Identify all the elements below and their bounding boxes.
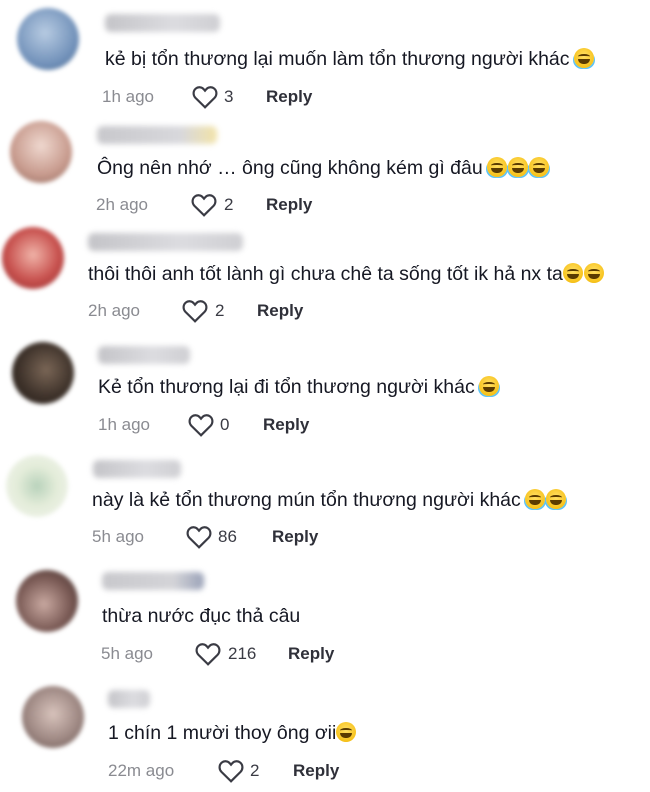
avatar[interactable] xyxy=(12,342,74,404)
comment-time: 2h ago xyxy=(88,301,140,320)
grin-sweat-emoji-icon xyxy=(562,263,583,283)
comment-time: 2h ago xyxy=(96,195,148,214)
grin-sweat-emoji-icon xyxy=(583,263,604,283)
laugh-cry-emoji-icon xyxy=(524,489,545,509)
like-count: 3 xyxy=(224,87,234,106)
comment-text: kẻ bị tổn thương lại muốn làm tổn thương… xyxy=(105,47,595,74)
heart-icon[interactable] xyxy=(182,299,208,323)
comment-time: 1h ago xyxy=(98,415,150,434)
comment-text: này là kẻ tổn thương mún tổn thương ngườ… xyxy=(92,488,567,515)
avatar[interactable] xyxy=(16,570,78,632)
emoji-group xyxy=(478,376,500,402)
laugh-cry-emoji-icon xyxy=(507,157,528,177)
like-count: 2 xyxy=(215,301,225,320)
comment-text: Kẻ tổn thương lại đi tổn thương người kh… xyxy=(98,375,500,402)
heart-icon[interactable] xyxy=(188,413,214,437)
username-blurred[interactable] xyxy=(102,572,204,590)
emoji-group xyxy=(524,489,567,515)
heart-icon[interactable] xyxy=(192,85,218,109)
emoji-group xyxy=(562,263,605,289)
like-count: 2 xyxy=(250,761,260,780)
avatar[interactable] xyxy=(22,686,84,748)
username-blurred[interactable] xyxy=(108,690,150,708)
comment-time: 22m ago xyxy=(108,761,175,780)
heart-icon[interactable] xyxy=(191,193,217,217)
reply-button[interactable]: Reply xyxy=(263,414,309,436)
comment-text: thừa nước đục thả câu xyxy=(102,605,301,627)
laugh-cry-emoji-icon xyxy=(545,489,566,509)
avatar[interactable] xyxy=(6,455,68,517)
comment-text: 1 chín 1 mười thoy ông ơii xyxy=(108,721,357,748)
like-count: 2 xyxy=(224,195,234,214)
username-blurred[interactable] xyxy=(88,233,243,251)
heart-icon[interactable] xyxy=(218,759,244,783)
emoji-group xyxy=(573,48,595,74)
avatar[interactable] xyxy=(17,8,79,70)
reply-button[interactable]: Reply xyxy=(272,526,318,548)
emoji-group xyxy=(486,157,550,183)
emoji-group xyxy=(336,722,357,748)
comment-time: 1h ago xyxy=(102,87,154,106)
like-count: 0 xyxy=(220,415,230,434)
smirk-emoji-icon xyxy=(336,722,357,742)
comment-time: 5h ago xyxy=(92,527,144,546)
reply-button[interactable]: Reply xyxy=(293,760,339,782)
reply-button[interactable]: Reply xyxy=(266,86,312,108)
username-blurred[interactable] xyxy=(98,346,190,364)
comment-time: 5h ago xyxy=(101,644,153,663)
reply-button[interactable]: Reply xyxy=(266,194,312,216)
heart-icon[interactable] xyxy=(186,525,212,549)
avatar[interactable] xyxy=(2,227,64,289)
comment-text: Ông nên nhớ … ông cũng không kém gì đâu xyxy=(97,156,550,183)
username-blurred[interactable] xyxy=(105,14,220,32)
heart-icon[interactable] xyxy=(195,642,221,666)
like-count: 86 xyxy=(218,527,237,546)
laugh-cry-emoji-icon xyxy=(573,48,594,68)
laugh-cry-emoji-icon xyxy=(528,157,549,177)
avatar[interactable] xyxy=(10,121,72,183)
laugh-cry-emoji-icon xyxy=(486,157,507,177)
like-count: 216 xyxy=(228,644,257,663)
comment-text: thôi thôi anh tốt lành gì chưa chê ta số… xyxy=(88,262,605,289)
username-blurred[interactable] xyxy=(97,126,217,144)
reply-button[interactable]: Reply xyxy=(288,643,334,665)
username-blurred[interactable] xyxy=(93,460,181,478)
laugh-cry-emoji-icon xyxy=(478,376,499,396)
reply-button[interactable]: Reply xyxy=(257,300,303,322)
